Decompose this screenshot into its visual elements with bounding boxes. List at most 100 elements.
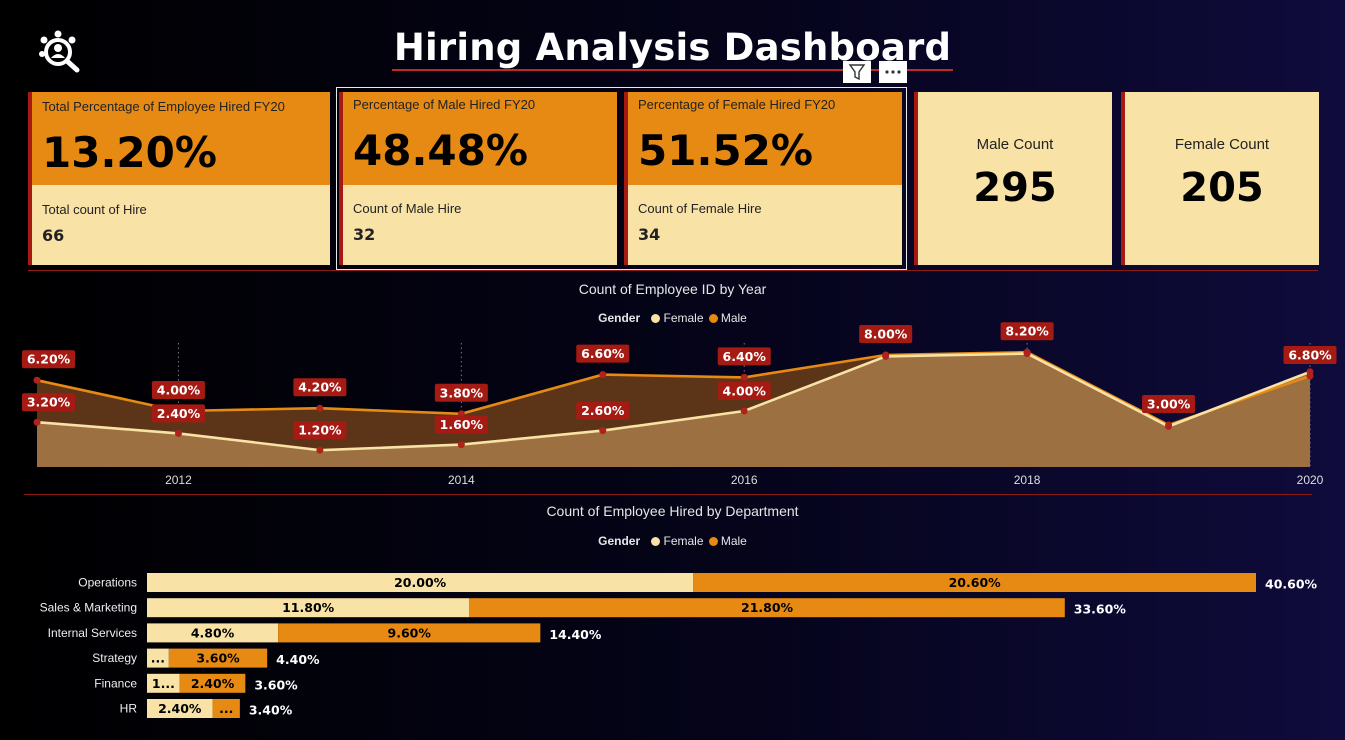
count-value: 205 bbox=[1180, 165, 1264, 211]
legend-female-swatch bbox=[651, 314, 661, 323]
bar-data-label: ... bbox=[219, 701, 233, 716]
female-point[interactable] bbox=[457, 441, 465, 449]
male-point[interactable] bbox=[599, 371, 607, 379]
legend-male-label[interactable]: Male bbox=[721, 534, 747, 548]
female-point[interactable] bbox=[1023, 350, 1031, 358]
count-value: 295 bbox=[973, 165, 1057, 211]
legend-male-swatch bbox=[708, 314, 718, 323]
male-point[interactable] bbox=[316, 404, 324, 412]
legend-male-swatch bbox=[708, 537, 718, 546]
male-data-label: 4.00% bbox=[151, 381, 205, 399]
female-data-label: 3.20% bbox=[22, 393, 75, 412]
kpi-value: 51.52% bbox=[638, 126, 813, 175]
female-area bbox=[37, 353, 1310, 467]
svg-text:8.20%: 8.20% bbox=[1005, 324, 1049, 339]
male-point[interactable] bbox=[33, 376, 41, 384]
svg-text:6.40%: 6.40% bbox=[723, 349, 767, 364]
female-point[interactable] bbox=[1165, 422, 1173, 430]
male-point[interactable] bbox=[1165, 421, 1173, 429]
kpi-card-female[interactable]: Percentage of Female Hired FY20 51.52% C… bbox=[624, 92, 902, 265]
female-point[interactable] bbox=[599, 427, 607, 435]
svg-text:1.20%: 1.20% bbox=[298, 423, 342, 438]
male-point[interactable] bbox=[1023, 348, 1031, 356]
bar-data-label: ... bbox=[151, 651, 165, 666]
category-label: HR bbox=[120, 702, 138, 716]
female-data-label: 4.00% bbox=[717, 382, 771, 400]
female-bar[interactable] bbox=[147, 648, 169, 668]
male-bar[interactable] bbox=[212, 699, 240, 718]
female-point[interactable] bbox=[316, 446, 324, 454]
bar-data-label: 20.60% bbox=[949, 575, 1002, 590]
female-data-label: 1.20% bbox=[293, 421, 347, 440]
svg-text:3.20%: 3.20% bbox=[27, 395, 71, 410]
female-count-card[interactable]: Female Count 205 bbox=[1121, 92, 1319, 265]
kpi-value: 48.48% bbox=[353, 126, 528, 175]
bar-chart-title: Count of Employee Hired by Department bbox=[546, 503, 799, 519]
bar-data-label: 2.40% bbox=[191, 676, 235, 691]
category-label: Internal Services bbox=[48, 626, 137, 640]
svg-text:4.20%: 4.20% bbox=[298, 380, 342, 395]
legend-female-label[interactable]: Female bbox=[663, 534, 703, 548]
male-data-label: 6.80% bbox=[1283, 346, 1337, 364]
kpi-sub-label: Count of Male Hire bbox=[353, 201, 462, 216]
bar-chart-legend: Gender Female Male bbox=[0, 534, 1345, 548]
bar-data-label: 1... bbox=[152, 676, 175, 691]
male-point[interactable] bbox=[882, 351, 890, 359]
svg-text:6.80%: 6.80% bbox=[1288, 348, 1332, 363]
x-tick-label: 2014 bbox=[448, 473, 475, 487]
count-label: Male Count bbox=[976, 136, 1054, 153]
male-data-label: 8.00% bbox=[859, 325, 913, 343]
male-point[interactable] bbox=[1306, 372, 1314, 380]
bar-data-label: 11.80% bbox=[282, 600, 335, 615]
male-bar[interactable] bbox=[278, 623, 541, 643]
kpi-card-male[interactable]: Percentage of Male Hired FY20 48.48% Cou… bbox=[339, 92, 617, 265]
male-point[interactable] bbox=[457, 410, 465, 418]
x-tick-label: 2012 bbox=[165, 473, 192, 487]
male-point[interactable] bbox=[174, 407, 182, 415]
kpi-sub-value: 66 bbox=[42, 226, 65, 245]
male-point[interactable] bbox=[740, 373, 748, 381]
male-data-label: 4.20% bbox=[293, 378, 347, 397]
bar-total-label: 33.60% bbox=[1074, 602, 1127, 617]
kpi-label: Total Percentage of Employee Hired FY20 bbox=[42, 99, 285, 114]
female-point[interactable] bbox=[882, 352, 890, 360]
kpi-card-total[interactable]: Total Percentage of Employee Hired FY20 … bbox=[28, 92, 330, 265]
male-area bbox=[37, 352, 1310, 467]
category-label: Strategy bbox=[92, 651, 137, 665]
more-options-icon[interactable] bbox=[879, 61, 907, 83]
area-chart-legend: Gender Female Male bbox=[0, 311, 1345, 325]
female-bar[interactable] bbox=[147, 623, 279, 643]
male-bar[interactable] bbox=[168, 648, 268, 668]
female-point[interactable] bbox=[174, 429, 182, 437]
section-divider bbox=[28, 270, 1318, 271]
count-label: Female Count bbox=[1174, 136, 1270, 153]
page-title: Hiring Analysis Dashboard bbox=[391, 26, 954, 71]
male-data-label: 6.20% bbox=[22, 350, 75, 369]
female-data-label: 1.60% bbox=[434, 415, 488, 434]
male-bar[interactable] bbox=[693, 573, 1256, 592]
bar-total-label: 14.40% bbox=[549, 627, 602, 642]
female-bar[interactable] bbox=[147, 573, 694, 592]
kpi-sub-label: Total count of Hire bbox=[42, 202, 147, 217]
female-point[interactable] bbox=[33, 418, 41, 426]
legend-male-label[interactable]: Male bbox=[721, 311, 747, 325]
legend-female-label[interactable]: Female bbox=[663, 311, 703, 325]
x-tick-label: 2020 bbox=[1297, 473, 1324, 487]
female-data-label: 2.60% bbox=[576, 401, 630, 420]
female-bar[interactable] bbox=[147, 699, 213, 718]
male-bar[interactable] bbox=[179, 673, 246, 693]
svg-text:3.00%: 3.00% bbox=[1147, 397, 1191, 412]
kpi-sub-label: Count of Female Hire bbox=[638, 201, 762, 216]
svg-text:4.00%: 4.00% bbox=[157, 383, 201, 398]
female-bar[interactable] bbox=[147, 673, 180, 693]
male-bar[interactable] bbox=[469, 598, 1065, 618]
male-count-card[interactable]: Male Count 295 bbox=[914, 92, 1112, 265]
category-label: Finance bbox=[94, 676, 137, 690]
filter-icon[interactable] bbox=[843, 61, 871, 83]
female-point[interactable] bbox=[740, 407, 748, 415]
svg-text:3.80%: 3.80% bbox=[440, 385, 484, 400]
svg-text:8.00%: 8.00% bbox=[864, 327, 908, 342]
bar-data-label: 2.40% bbox=[158, 701, 202, 716]
female-point[interactable] bbox=[1306, 368, 1314, 376]
female-bar[interactable] bbox=[147, 598, 470, 618]
